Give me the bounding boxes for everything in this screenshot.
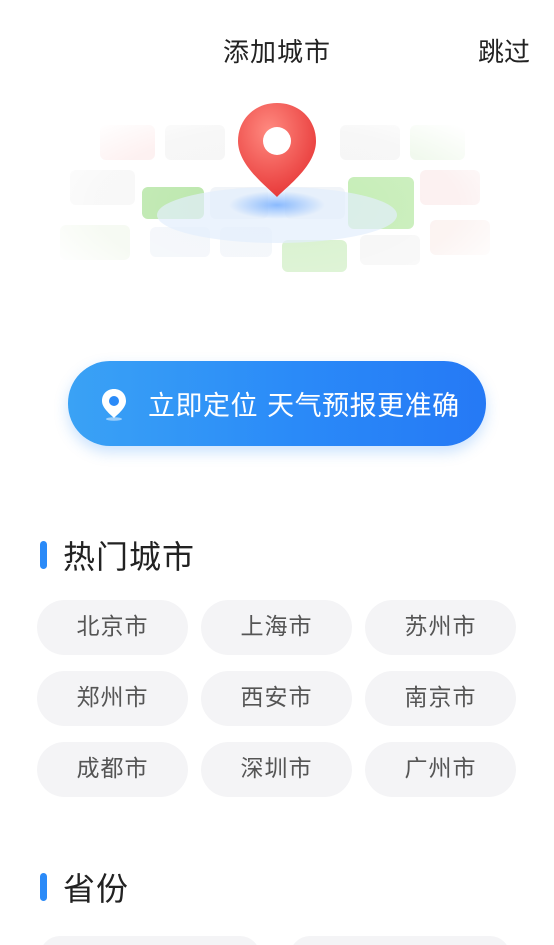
city-chip[interactable]: 南京市 bbox=[365, 671, 516, 726]
city-chip[interactable]: 成都市 bbox=[37, 742, 188, 797]
province-chip[interactable] bbox=[290, 936, 510, 945]
city-chip[interactable]: 上海市 bbox=[201, 600, 352, 655]
province-chip[interactable] bbox=[40, 936, 260, 945]
map-illustration bbox=[40, 95, 515, 295]
add-city-page: 添加城市 跳过 立即定位 天气预报更准确 热门城市 北京市 上海市 苏州市 郑州… bbox=[0, 0, 554, 945]
provinces-title: 省份 bbox=[63, 870, 130, 908]
page-title: 添加城市 bbox=[222, 38, 331, 68]
hot-cities-title: 热门城市 bbox=[63, 538, 196, 576]
location-pin-icon bbox=[102, 389, 126, 421]
city-chip[interactable]: 西安市 bbox=[201, 671, 352, 726]
city-chip[interactable]: 广州市 bbox=[365, 742, 516, 797]
locate-button-label: 立即定位 天气预报更准确 bbox=[148, 391, 460, 422]
provinces-heading: 省份 bbox=[40, 867, 130, 908]
skip-button[interactable]: 跳过 bbox=[478, 32, 530, 69]
section-accent-bar bbox=[40, 873, 47, 901]
hot-cities-heading: 热门城市 bbox=[40, 535, 196, 576]
section-accent-bar bbox=[40, 541, 47, 569]
header: 添加城市 跳过 bbox=[0, 0, 554, 100]
city-chip[interactable]: 北京市 bbox=[37, 600, 188, 655]
city-chip[interactable]: 郑州市 bbox=[37, 671, 188, 726]
city-chip[interactable]: 苏州市 bbox=[365, 600, 516, 655]
city-chip[interactable]: 深圳市 bbox=[201, 742, 352, 797]
